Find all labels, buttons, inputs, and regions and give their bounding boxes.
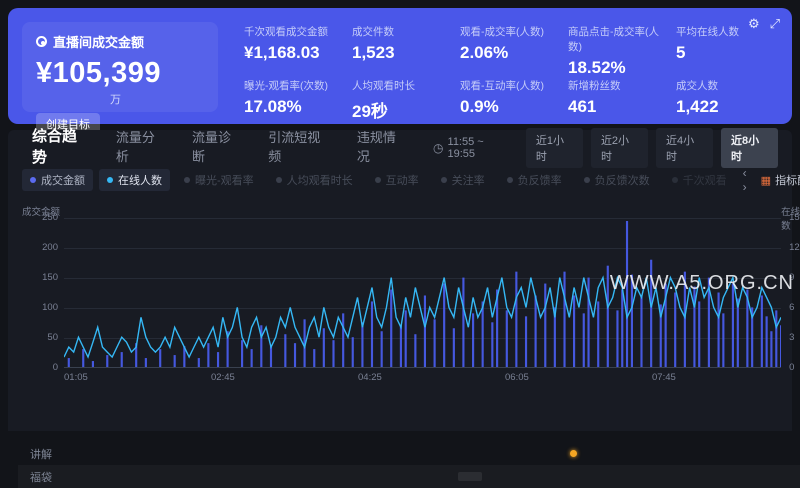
- metric-value: 1,422: [676, 97, 774, 117]
- metric-label: 成交件数: [352, 24, 450, 39]
- primary-metric-value: ¥105,399: [36, 57, 204, 90]
- metric-value: 2.06%: [460, 43, 558, 63]
- tab-traffic-diagnosis[interactable]: 流量诊断: [192, 127, 242, 169]
- metric-label: 人均观看时长: [352, 78, 450, 93]
- clock-icon: ◷: [433, 141, 443, 155]
- chip-avg-watch-time[interactable]: 人均观看时长: [268, 169, 361, 191]
- main-section: 综合趋势 流量分析 流量诊断 引流短视频 违规情况 ◷ 11:55 ~ 19:5…: [8, 130, 792, 431]
- expand-icon[interactable]: ⤢: [770, 16, 780, 32]
- luckybag-event-pill[interactable]: [458, 472, 482, 481]
- metric-value: 0.9%: [460, 97, 558, 117]
- metrics-banner: 直播间成交金额 ¥105,399 万 创建目标 千次观看成交金额 ¥1,168.0…: [8, 8, 792, 124]
- metric-grid: 千次观看成交金额 ¥1,168.03 成交件数 1,523 观看-成交率(人数) 2.…: [218, 22, 774, 112]
- chip-negative-feedback-rate[interactable]: 负反馈率: [499, 169, 570, 191]
- settings-gear-icon[interactable]: ⚙: [748, 16, 760, 32]
- tab-traffic-analysis[interactable]: 流量分析: [116, 127, 166, 169]
- range-button-8h[interactable]: 近8小时: [721, 128, 778, 168]
- series-dot: [672, 177, 678, 183]
- chart-series-svg: [64, 218, 781, 367]
- chip-interaction-rate[interactable]: 互动率: [367, 169, 427, 191]
- range-button-2h[interactable]: 近2小时: [591, 128, 648, 168]
- metric-label: 千次观看成交金额: [244, 24, 342, 39]
- series-dot: [184, 177, 190, 183]
- metric-label: 商品点击-成交率(人数): [568, 24, 666, 54]
- chip-online-users[interactable]: 在线人数: [99, 169, 170, 191]
- chip-follow-rate[interactable]: 关注率: [433, 169, 493, 191]
- series-dot: [375, 177, 381, 183]
- x-axis-labels: 01:05 02:45 04:25 06:05 07:45: [64, 372, 781, 386]
- chip-gmv[interactable]: 成交金额: [22, 169, 93, 191]
- primary-metric-unit: 万: [110, 91, 204, 107]
- right-axis-ticks: 1512 96 30: [785, 214, 800, 372]
- annotation-row-luckybag: 福袋: [18, 465, 800, 488]
- metric-value: 17.08%: [244, 97, 342, 117]
- metric-value: 1,523: [352, 43, 450, 63]
- metric-label: 成交人数: [676, 78, 774, 93]
- metric-value: 18.52%: [568, 58, 666, 78]
- metric-label: 曝光-观看率(次数): [244, 78, 342, 93]
- series-dot: [584, 177, 590, 183]
- chip-pager-arrows[interactable]: ‹ ›: [743, 168, 753, 192]
- annotation-row-explain: 讲解: [18, 442, 800, 465]
- chip-exposure-view-rate[interactable]: 曝光-观看率: [176, 169, 262, 191]
- series-dot: [507, 177, 513, 183]
- time-range-display: ◷ 11:55 ~ 19:55: [433, 136, 510, 160]
- primary-metric-card: 直播间成交金额 ¥105,399 万 创建目标: [22, 22, 218, 112]
- target-icon: [36, 36, 47, 47]
- explain-event-dot[interactable]: [570, 450, 577, 457]
- primary-metric-label: 直播间成交金额: [53, 32, 144, 51]
- trend-chart: 成交金额 在线人数 250200 150100 500 1512 96 30 0…: [18, 204, 800, 388]
- tab-violations[interactable]: 违规情况: [357, 127, 407, 169]
- series-dot: [441, 177, 447, 183]
- metric-value: 461: [568, 97, 666, 117]
- range-button-4h[interactable]: 近4小时: [656, 128, 713, 168]
- chip-per-thousand-views[interactable]: 千次观看: [664, 169, 735, 191]
- left-axis-ticks: 250200 150100 500: [18, 214, 58, 372]
- chart-plot-area[interactable]: [64, 218, 781, 368]
- metric-label: 新增粉丝数: [568, 78, 666, 93]
- section-tabbar: 综合趋势 流量分析 流量诊断 引流短视频 违规情况 ◷ 11:55 ~ 19:5…: [8, 130, 792, 162]
- range-button-1h[interactable]: 近1小时: [526, 128, 583, 168]
- series-dot: [276, 177, 282, 183]
- metric-config-button[interactable]: ▦ 指标配置: [761, 172, 800, 188]
- series-dot-gmv: [30, 177, 36, 183]
- metric-value: 29秒: [352, 97, 450, 122]
- series-dot-online: [107, 177, 113, 183]
- metric-label: 观看-互动率(人数): [460, 78, 558, 93]
- chip-negative-feedback-count[interactable]: 负反馈次数: [576, 169, 658, 191]
- config-grid-icon: ▦: [761, 174, 771, 187]
- metric-value: 5: [676, 43, 774, 63]
- chart-column: 成交金额 在线人数 曝光-观看率 人均观看时长 互动率 关注率 负反馈率 负反馈…: [8, 164, 800, 431]
- tab-short-video[interactable]: 引流短视频: [268, 127, 331, 169]
- metric-value: ¥1,168.03: [244, 43, 342, 63]
- metric-chips: 成交金额 在线人数 曝光-观看率 人均观看时长 互动率 关注率 负反馈率 负反馈…: [18, 168, 800, 192]
- annotation-rows: 讲解 福袋: [18, 442, 800, 488]
- metric-label: 观看-成交率(人数): [460, 24, 558, 39]
